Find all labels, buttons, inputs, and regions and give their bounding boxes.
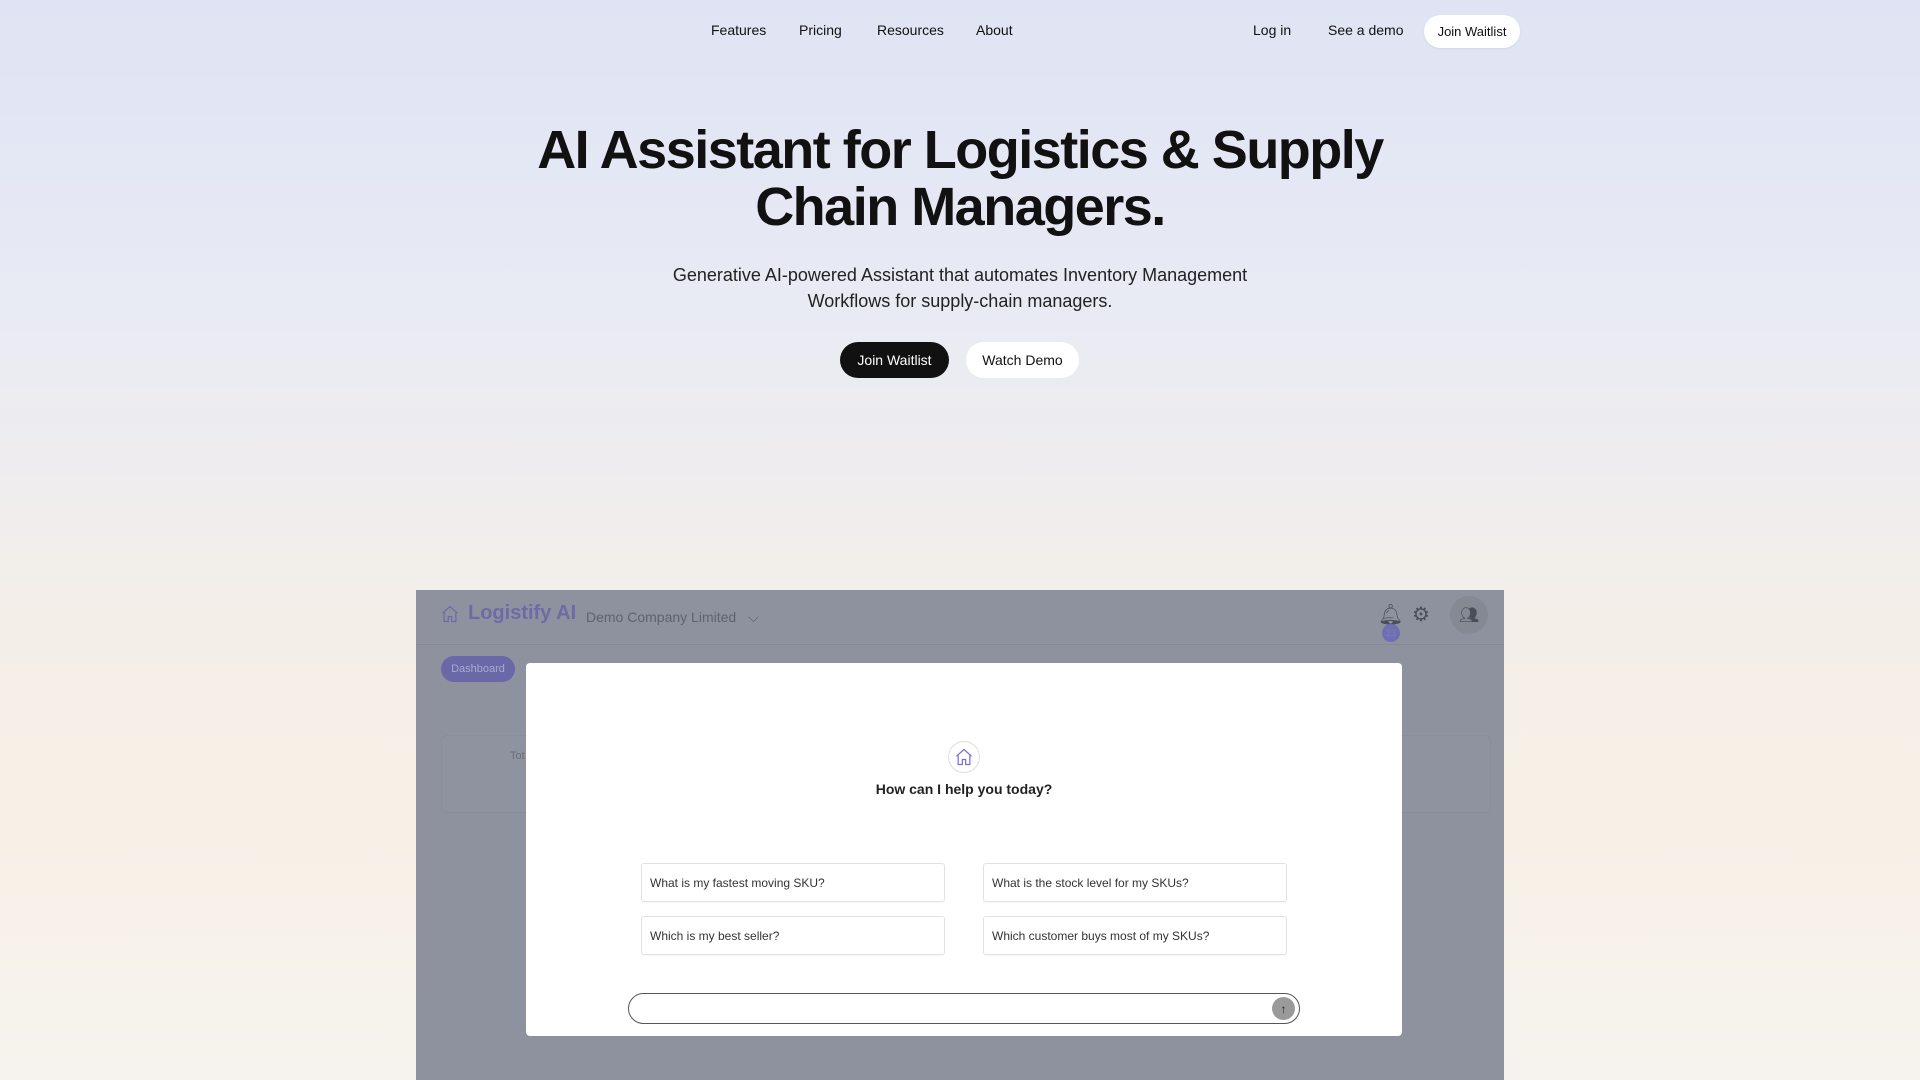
- brand-name: Logistify AI: [468, 602, 577, 624]
- suggestion-button[interactable]: What is the stock level for my SKUs?: [983, 863, 1287, 902]
- users-icon: 👥︎: [1458, 607, 1480, 624]
- assistant-modal: How can I help you today? What is my fas…: [526, 663, 1402, 1036]
- arrow-up-icon: ↑: [1280, 1001, 1287, 1016]
- login-link[interactable]: Log in: [1253, 22, 1291, 38]
- title-line-2: Chain Managers.: [755, 177, 1166, 237]
- send-button[interactable]: ↑: [1272, 997, 1295, 1020]
- home-icon: [442, 605, 458, 622]
- company-name: Demo Company Limited: [586, 609, 737, 625]
- chat-input-wrapper: ↑: [628, 993, 1300, 1024]
- stat-label: Tot: [510, 750, 525, 762]
- assistant-home-icon: [948, 741, 980, 773]
- assistant-prompt: How can I help you today?: [875, 781, 1053, 797]
- nav-features[interactable]: Features: [711, 22, 766, 38]
- title-line-1: AI Assistant for Logistics & Supply: [537, 120, 1384, 180]
- see-demo-link[interactable]: See a demo: [1328, 22, 1404, 38]
- tab-dashboard[interactable]: Dashboard: [441, 656, 515, 682]
- hero-subtitle: Generative AI-powered Assistant that aut…: [672, 265, 1248, 311]
- chat-input[interactable]: [641, 994, 1261, 1022]
- join-waitlist-button[interactable]: Join Waitlist: [840, 342, 949, 378]
- notification-badge: 23: [1382, 624, 1400, 642]
- suggestion-button[interactable]: Which is my best seller?: [641, 916, 945, 955]
- hero-title: AI Assistant for Logistics & Supply Chain…: [0, 122, 1920, 236]
- nav-pricing[interactable]: Pricing: [799, 22, 842, 38]
- nav-resources[interactable]: Resources: [877, 22, 944, 38]
- chevron-down-icon: ⌵: [748, 609, 759, 625]
- gear-icon[interactable]: ⚙: [1412, 602, 1430, 627]
- suggestion-button[interactable]: What is my fastest moving SKU?: [641, 863, 945, 902]
- company-select[interactable]: Demo Company Limited ⌵: [586, 609, 759, 626]
- avatar[interactable]: 👥︎: [1450, 596, 1488, 634]
- app-header: Logistify AI Demo Company Limited ⌵ 🔔︎ 23…: [416, 590, 1504, 645]
- watch-demo-button[interactable]: Watch Demo: [966, 342, 1079, 378]
- suggestion-button[interactable]: Which customer buys most of my SKUs?: [983, 916, 1287, 955]
- app-logo: Logistify AI: [440, 602, 576, 625]
- join-waitlist-nav-button[interactable]: Join Waitlist: [1424, 15, 1520, 48]
- nav-about[interactable]: About: [976, 22, 1013, 38]
